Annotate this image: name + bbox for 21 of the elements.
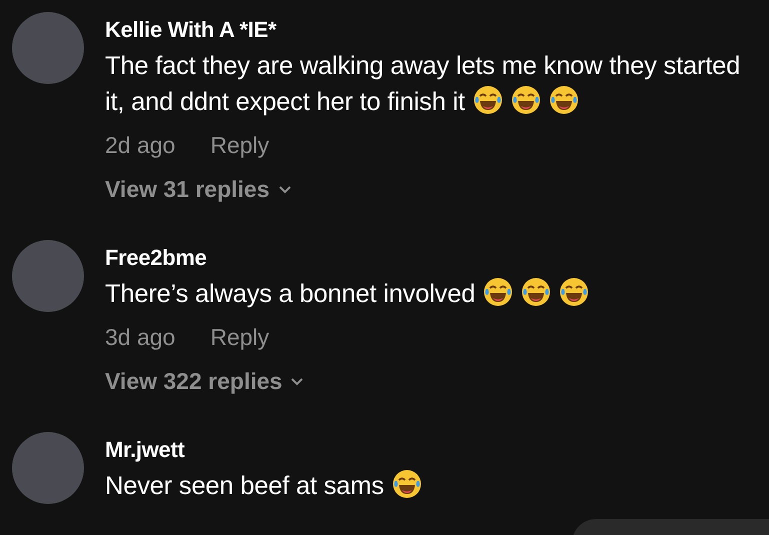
laughing-emoji-icon <box>483 277 514 307</box>
username[interactable]: Free2bme <box>105 240 753 276</box>
comment-time: 2d ago <box>105 131 176 160</box>
laughing-emoji-icon <box>472 85 503 115</box>
view-replies-button[interactable]: View 31 replies <box>105 174 292 204</box>
laughing-emoji-icon <box>548 85 579 115</box>
comment-text: The fact they are walking away lets me know they started it, and ddnt expect her to finish it <box>105 51 742 118</box>
laughing-emoji-icon <box>510 85 541 115</box>
view-replies-button[interactable]: View 322 replies <box>105 366 304 396</box>
laughing-emoji-icon <box>392 469 422 499</box>
username[interactable]: Mr.jwett <box>105 432 753 468</box>
comment-text: Never seen beef at sams <box>105 468 753 504</box>
laughing-emoji-icon <box>559 277 590 307</box>
comment-time: 3d ago <box>105 323 176 352</box>
laughing-emoji-icon <box>521 277 552 307</box>
reply-button[interactable]: Reply <box>210 130 270 160</box>
chevron-down-icon <box>290 376 304 386</box>
comment-text: There’s always a bonnet involved <box>105 276 753 312</box>
username[interactable]: Kellie With A *IE* <box>105 12 753 48</box>
chevron-down-icon <box>278 184 292 194</box>
reply-button[interactable]: Reply <box>210 322 270 352</box>
